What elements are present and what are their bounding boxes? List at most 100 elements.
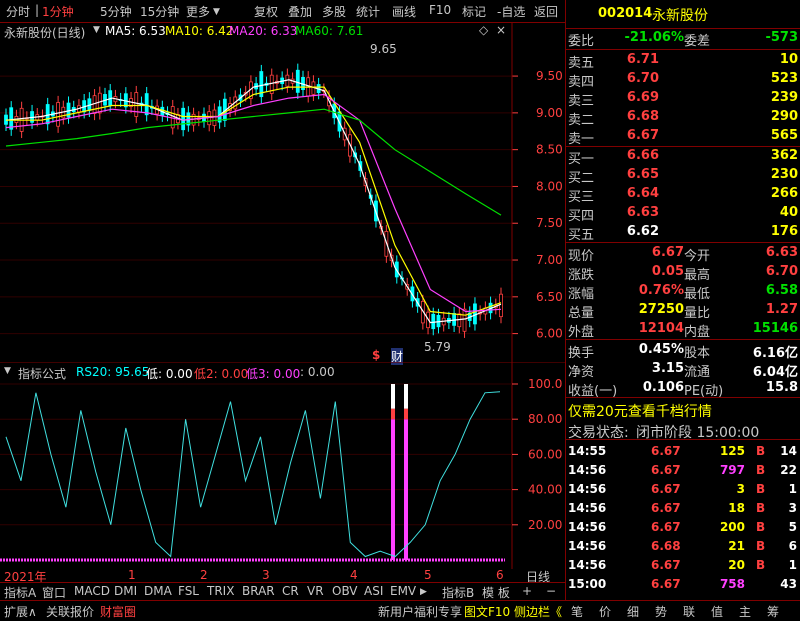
btn-f10[interactable]: F10 xyxy=(429,3,451,17)
tick-price: 6.67 xyxy=(651,520,681,534)
indicator-tick-label: 80.00 xyxy=(528,412,562,426)
book-price: 6.63 xyxy=(626,205,659,220)
stat-row: 外盘 12104 内盘 15146 xyxy=(566,320,800,340)
btn-diejia[interactable]: 叠加 xyxy=(288,3,312,20)
chevron-down-icon[interactable]: ▼ xyxy=(213,7,220,17)
stat-label: 量比 xyxy=(684,306,711,321)
book-volume: 362 xyxy=(770,148,798,163)
tab-dma[interactable]: DMA xyxy=(144,584,172,598)
book-row[interactable]: 卖三 6.69 239 xyxy=(566,89,800,109)
book-volume: 565 xyxy=(770,128,798,143)
zoom-out-button[interactable]: − xyxy=(546,584,556,598)
wealth-circle-button[interactable]: 财富圈 xyxy=(100,603,136,620)
tab-cr[interactable]: CR xyxy=(282,584,299,598)
tab-scroll-right[interactable]: ▶ xyxy=(420,587,427,597)
book-row[interactable]: 卖四 6.70 523 xyxy=(566,70,800,90)
stock-name: 永新股份 xyxy=(652,8,708,24)
price-grid xyxy=(0,75,512,335)
new-user-welfare-link[interactable]: 新用户福利专享 xyxy=(378,603,462,620)
tab-emv[interactable]: EMV xyxy=(390,584,416,598)
book-row[interactable]: 买三 6.64 266 xyxy=(566,185,800,205)
tab-fenshi[interactable]: 分时 xyxy=(6,3,30,20)
tick-time: 14:56 xyxy=(568,558,607,572)
zoom-in-button[interactable]: + xyxy=(522,584,532,598)
indicator-tick-label: 40.00 xyxy=(528,483,562,497)
tab-obv[interactable]: OBV xyxy=(332,584,358,598)
x-axis: 2021年 1 2 3 4 5 6 日线 xyxy=(0,568,565,584)
book-row[interactable]: 卖一 6.67 565 xyxy=(566,127,800,147)
btn-fuquan[interactable]: 复权 xyxy=(254,3,278,20)
expand-button[interactable]: 扩展∧ xyxy=(4,603,37,620)
book-row[interactable]: 卖二 6.68 290 xyxy=(566,108,800,128)
book-row[interactable]: 买四 6.63 40 xyxy=(566,204,800,224)
kline-chart[interactable]: 9.50 9.00 8.50 8.00 7.50 7.00 6.50 6.00 xyxy=(0,22,565,362)
tick-count: 3 xyxy=(788,501,797,515)
tab-indicator-b[interactable]: 指标B xyxy=(442,584,474,601)
panel-switch-2[interactable]: 细 xyxy=(627,603,639,620)
tick-row: 14:56 6.67 200 B 5 xyxy=(566,518,800,536)
book-price: 6.67 xyxy=(626,128,659,143)
tab-fsl[interactable]: FSL xyxy=(178,584,199,598)
stat-label: 今开 xyxy=(684,249,711,264)
tick-volume: 20 xyxy=(728,558,745,572)
btn-zixuan[interactable]: -自选 xyxy=(497,3,525,20)
related-quote-button[interactable]: 关联报价 xyxy=(46,603,94,620)
tab-vr[interactable]: VR xyxy=(307,584,324,598)
candle-body xyxy=(473,303,477,325)
tab-dmi[interactable]: DMI xyxy=(114,584,137,598)
indicator-chart[interactable]: 100.0 80.00 60.00 40.00 20.00 xyxy=(0,362,565,569)
f10-link[interactable]: 图文F10 xyxy=(464,603,510,620)
promo-row[interactable]: 仅需20元查看千档行情 xyxy=(566,400,800,421)
book-row[interactable]: 买五 6.62 176 xyxy=(566,223,800,243)
candle-body xyxy=(45,104,50,125)
book-price: 6.62 xyxy=(626,224,659,239)
tab-15min[interactable]: 15分钟 xyxy=(140,3,179,20)
tab-template[interactable]: 模 板 xyxy=(482,584,510,601)
price-tick-label: 9.00 xyxy=(536,106,563,120)
book-row[interactable]: 卖五 6.71 10 xyxy=(566,51,800,71)
bottom-bar: 扩展∧ 关联报价 财富圈 新用户福利专享 图文F10 侧边栏《 笔价细势联值主筹 xyxy=(0,600,800,621)
tab-5min[interactable]: 5分钟 xyxy=(100,3,132,20)
book-price: 6.66 xyxy=(626,148,659,163)
btn-duogu[interactable]: 多股 xyxy=(322,3,346,20)
tick-price: 6.67 xyxy=(651,482,681,496)
panel-switch-1[interactable]: 价 xyxy=(599,603,611,620)
signal-bar-cap xyxy=(404,408,408,420)
tab-macd[interactable]: MACD xyxy=(74,584,110,598)
tab-window[interactable]: 窗口 xyxy=(42,584,66,601)
price-tick-label: 8.00 xyxy=(536,179,563,193)
panel-switch-5[interactable]: 值 xyxy=(711,603,723,620)
stat-label: 最低 xyxy=(684,287,711,302)
settings-diamond-icon[interactable]: ◇ xyxy=(479,23,488,37)
panel-switch-3[interactable]: 势 xyxy=(655,603,667,620)
book-row[interactable]: 买二 6.65 230 xyxy=(566,166,800,186)
dividend-marker[interactable]: $ xyxy=(372,348,380,362)
tab-asi[interactable]: ASI xyxy=(364,584,383,598)
btn-back[interactable]: 返回 xyxy=(534,3,558,20)
panel-switch-0[interactable]: 笔 xyxy=(571,603,583,620)
tab-trix[interactable]: TRIX xyxy=(207,584,234,598)
btn-huaxian[interactable]: 画线 xyxy=(392,3,416,20)
panel-switch-4[interactable]: 联 xyxy=(683,603,695,620)
chevron-down-icon[interactable]: ▼ xyxy=(93,25,100,35)
legend-ma10: MA10: 6.42 xyxy=(165,24,234,38)
panel-switch-7[interactable]: 筹 xyxy=(767,603,779,620)
tab-brar[interactable]: BRAR xyxy=(242,584,275,598)
tab-more[interactable]: 更多 xyxy=(186,3,210,20)
tab-1min[interactable]: 1分钟 xyxy=(42,3,74,20)
stat-label: 外盘 xyxy=(568,325,595,340)
book-row[interactable]: 买一 6.66 362 xyxy=(566,147,800,167)
btn-tongji[interactable]: 统计 xyxy=(356,3,380,20)
divider xyxy=(566,49,800,50)
panel-switch-6[interactable]: 主 xyxy=(739,603,751,620)
book-volume: 40 xyxy=(779,205,798,220)
tab-indicator-a[interactable]: 指标A xyxy=(4,584,36,601)
promo-text[interactable]: 仅需20元查看千档行情 xyxy=(568,401,712,421)
high-price-label: 9.65 xyxy=(370,42,397,56)
tick-row: 14:56 6.67 20 B 1 xyxy=(566,556,800,574)
close-icon[interactable]: × xyxy=(496,23,506,37)
sidebar-toggle[interactable]: 侧边栏《 xyxy=(514,603,562,620)
btn-biaoji[interactable]: 标记 xyxy=(462,3,486,20)
candle-body xyxy=(9,107,14,130)
tick-row: 14:55 6.67 125 B 14 xyxy=(566,442,800,460)
